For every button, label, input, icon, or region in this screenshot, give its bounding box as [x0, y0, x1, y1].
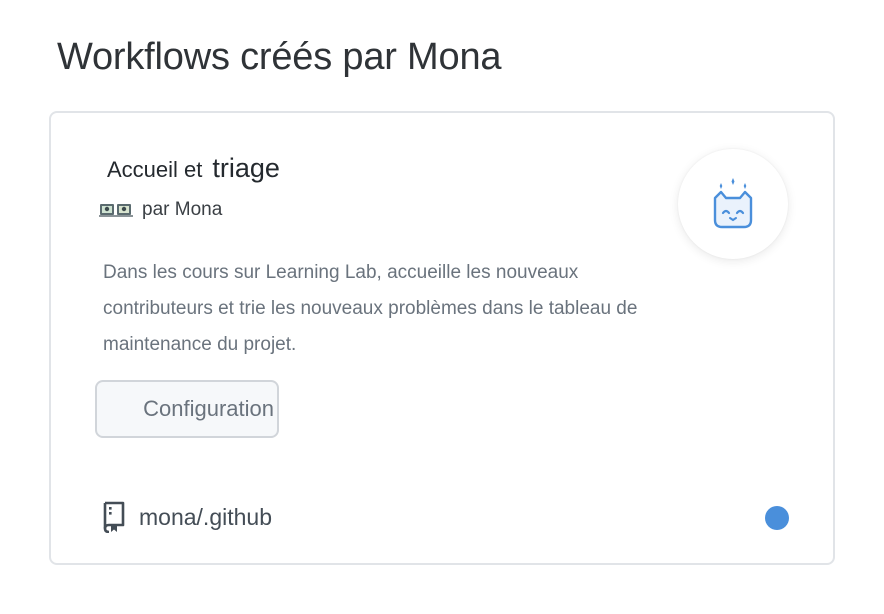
workflow-title[interactable]: Accueil et triage: [107, 153, 280, 184]
workflow-title-part2: triage: [212, 153, 280, 183]
workflow-author: par Mona: [99, 199, 222, 221]
author-name: par Mona: [142, 199, 223, 220]
octocat-welcome-icon: [713, 178, 753, 229]
setup-workflow-button[interactable]: Configuration: [95, 380, 279, 438]
workflow-description: Dans les cours sur Learning Lab, accueil…: [103, 262, 638, 355]
page-title: Workflows créés par Mona: [57, 36, 502, 78]
author-avatar-icon: [99, 204, 133, 217]
repository-name: mona/.github: [139, 503, 272, 530]
workflow-repository[interactable]: mona/.github: [101, 501, 272, 533]
language-color-dot: [765, 506, 789, 530]
workflow-title-part1: Accueil et: [107, 157, 203, 182]
workflow-card[interactable]: Accueil et triage par Mona Dans les cour…: [49, 111, 835, 565]
workflow-icon-badge: [678, 149, 788, 259]
repo-icon: [103, 501, 125, 533]
